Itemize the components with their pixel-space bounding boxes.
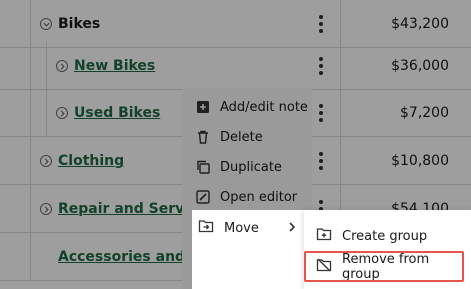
column-divider bbox=[30, 0, 31, 47]
folder-move-icon bbox=[198, 219, 214, 237]
row-amount: $43,200 bbox=[391, 16, 449, 32]
column-divider bbox=[30, 233, 31, 280]
row-amount: $10,800 bbox=[391, 153, 449, 169]
chevron-down-icon[interactable] bbox=[40, 18, 52, 30]
submenu-item-create-group[interactable]: Create group bbox=[304, 220, 471, 252]
row-amount: $36,000 bbox=[391, 58, 449, 74]
menu-item-move[interactable]: Move bbox=[192, 210, 304, 246]
menu-item-label: Open editor bbox=[220, 189, 298, 205]
row-name-cell: Bikes bbox=[40, 0, 100, 48]
edit-icon bbox=[196, 190, 210, 204]
column-divider bbox=[340, 89, 341, 136]
column-divider bbox=[340, 42, 341, 89]
folder-plus-icon bbox=[316, 227, 332, 245]
column-divider bbox=[30, 42, 31, 89]
column-divider bbox=[30, 89, 31, 136]
column-divider bbox=[30, 185, 31, 232]
column-divider bbox=[340, 0, 341, 47]
menu-item-label: Duplicate bbox=[220, 159, 282, 175]
chevron-right-icon[interactable] bbox=[56, 107, 68, 119]
menu-item-label: Move bbox=[224, 220, 259, 236]
column-divider bbox=[340, 137, 341, 184]
screen: Bikes $43,200 New Bikes $36,000 Used Bik… bbox=[0, 0, 471, 289]
trash-icon bbox=[196, 130, 210, 144]
column-divider bbox=[46, 89, 47, 136]
row-name-cell: New Bikes bbox=[56, 42, 155, 90]
table-row-bikes[interactable]: Bikes $43,200 bbox=[0, 0, 471, 48]
highlight-box bbox=[304, 251, 464, 282]
chevron-right-icon bbox=[289, 222, 296, 232]
table-row-new-bikes[interactable]: New Bikes $36,000 bbox=[0, 42, 471, 90]
column-divider bbox=[30, 137, 31, 184]
row-link[interactable]: Used Bikes bbox=[74, 105, 160, 121]
row-more-icon[interactable] bbox=[311, 0, 331, 48]
menu-item-delete[interactable]: Delete bbox=[182, 122, 312, 152]
menu-item-label: Delete bbox=[220, 129, 263, 145]
row-amount: $7,200 bbox=[400, 105, 449, 121]
menu-item-duplicate[interactable]: Duplicate bbox=[182, 152, 312, 182]
group-title: Bikes bbox=[58, 16, 101, 32]
row-name-cell: Used Bikes bbox=[56, 89, 160, 137]
row-link[interactable]: Clothing bbox=[58, 153, 124, 169]
duplicate-icon bbox=[196, 160, 210, 174]
submenu-item-label: Create group bbox=[342, 228, 428, 244]
row-more-icon[interactable] bbox=[311, 137, 331, 185]
row-more-icon[interactable] bbox=[311, 42, 331, 90]
menu-item-open-editor[interactable]: Open editor bbox=[182, 182, 312, 212]
note-plus-icon bbox=[196, 100, 210, 114]
chevron-right-icon[interactable] bbox=[56, 60, 68, 72]
menu-item-add-edit-note[interactable]: Add/edit note bbox=[182, 92, 312, 122]
chevron-right-icon[interactable] bbox=[40, 203, 52, 215]
chevron-right-icon[interactable] bbox=[40, 155, 52, 167]
column-divider bbox=[46, 42, 47, 89]
row-link[interactable]: New Bikes bbox=[74, 58, 155, 74]
menu-item-label: Add/edit note bbox=[220, 99, 308, 115]
row-name-cell: Clothing bbox=[40, 137, 124, 185]
row-more-icon[interactable] bbox=[311, 89, 331, 137]
